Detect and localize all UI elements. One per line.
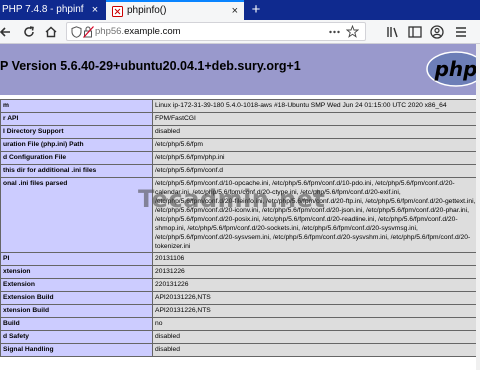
arrow-left-icon[interactable] xyxy=(0,23,14,41)
table-row: m Linux ip-172-31-39-180 5.4.0-1018-aws … xyxy=(0,99,480,113)
row-key: onal .ini files parsed xyxy=(0,177,153,253)
reload-icon[interactable] xyxy=(20,23,38,41)
row-value: disabled xyxy=(152,125,480,139)
row-key: m xyxy=(0,99,153,113)
row-value: API20131226,NTS xyxy=(152,291,480,305)
row-key: xtension Build xyxy=(0,304,153,318)
url-prefix: php56. xyxy=(95,26,125,37)
page-content: P Version 5.6.40-29+ubuntu20.04.1+deb.su… xyxy=(0,44,480,370)
close-tab-icon[interactable]: × xyxy=(88,0,102,20)
shield-icon[interactable] xyxy=(71,26,82,38)
row-key: I Directory Support xyxy=(0,125,153,139)
row-key: d Safety xyxy=(0,330,153,344)
tab-bar: PHP 7.4.8 - phpinfo() × phpinfo() × + xyxy=(0,0,480,20)
hamburger-menu-icon[interactable] xyxy=(452,23,470,41)
row-key: this dir for additional .ini files xyxy=(0,164,153,178)
new-tab-button[interactable]: + xyxy=(248,0,264,20)
address-bar[interactable]: php56.example.com xyxy=(66,22,366,41)
table-row: xtension Build API20131226,NTS xyxy=(0,304,480,318)
table-row: Extension 220131226 xyxy=(0,278,480,292)
row-value: /etc/php/5.6/fpm xyxy=(152,138,480,152)
phpinfo-header: P Version 5.6.40-29+ubuntu20.04.1+deb.su… xyxy=(0,44,480,95)
logo-text: php xyxy=(434,57,478,81)
row-value: /etc/php/5.6/fpm/php.ini xyxy=(152,151,480,165)
close-tab-icon[interactable]: × xyxy=(232,2,238,20)
table-row: d Safety disabled xyxy=(0,330,480,344)
table-row: xtension 20131226 xyxy=(0,265,480,279)
table-row: uration File (php.ini) Path /etc/php/5.6… xyxy=(0,138,480,152)
row-value: API20131226,NTS xyxy=(152,304,480,318)
table-row: I Directory Support disabled xyxy=(0,125,480,139)
library-icon[interactable] xyxy=(384,23,402,41)
row-key: PI xyxy=(0,252,153,266)
table-row: Build no xyxy=(0,317,480,331)
table-row: Extension Build API20131226,NTS xyxy=(0,291,480,305)
tab-php74[interactable]: PHP 7.4.8 - phpinfo() xyxy=(0,0,84,20)
row-key: Extension xyxy=(0,278,153,292)
table-row: Signal Handling disabled xyxy=(0,343,480,357)
star-icon[interactable] xyxy=(346,25,359,38)
page-icon xyxy=(112,6,123,17)
row-value: disabled xyxy=(152,330,480,344)
row-key: uration File (php.ini) Path xyxy=(0,138,153,152)
page-scrollbar[interactable] xyxy=(476,44,480,370)
info-table: m Linux ip-172-31-39-180 5.4.0-1018-aws … xyxy=(0,99,480,357)
url-text: php56.example.com xyxy=(95,23,181,40)
row-key: d Configuration File xyxy=(0,151,153,165)
table-row: r API FPM/FastCGI xyxy=(0,112,480,126)
php-logo: php xyxy=(426,51,480,87)
row-key: Signal Handling xyxy=(0,343,153,357)
insecure-lock-icon[interactable] xyxy=(83,26,94,38)
row-value: Linux ip-172-31-39-180 5.4.0-1018-aws #1… xyxy=(152,99,480,113)
nav-bar: php56.example.com xyxy=(0,20,480,44)
tab-title: PHP 7.4.8 - phpinfo() xyxy=(2,4,84,15)
url-domain: example.com xyxy=(124,26,181,37)
page-title: P Version 5.6.40-29+ubuntu20.04.1+deb.su… xyxy=(0,59,301,73)
row-key: Build xyxy=(0,317,153,331)
row-value: FPM/FastCGI xyxy=(152,112,480,126)
watermark: Tecadmin.net xyxy=(138,185,326,213)
home-icon[interactable] xyxy=(42,23,60,41)
sidebar-icon[interactable] xyxy=(406,23,424,41)
table-row: d Configuration File /etc/php/5.6/fpm/ph… xyxy=(0,151,480,165)
table-row: this dir for additional .ini files /etc/… xyxy=(0,164,480,178)
row-key: Extension Build xyxy=(0,291,153,305)
account-icon[interactable] xyxy=(428,23,446,41)
row-key: r API xyxy=(0,112,153,126)
row-value: 20131106 xyxy=(152,252,480,266)
row-value: 20131226 xyxy=(152,265,480,279)
row-key: xtension xyxy=(0,265,153,279)
more-icon[interactable] xyxy=(328,26,341,38)
table-row: PI 20131106 xyxy=(0,252,480,266)
row-value: no xyxy=(152,317,480,331)
tab-title: phpinfo() xyxy=(127,5,167,16)
row-value: /etc/php/5.6/fpm/conf.d xyxy=(152,164,480,178)
row-value: disabled xyxy=(152,343,480,357)
row-value: 220131226 xyxy=(152,278,480,292)
tab-phpinfo[interactable]: phpinfo() × xyxy=(106,0,244,20)
